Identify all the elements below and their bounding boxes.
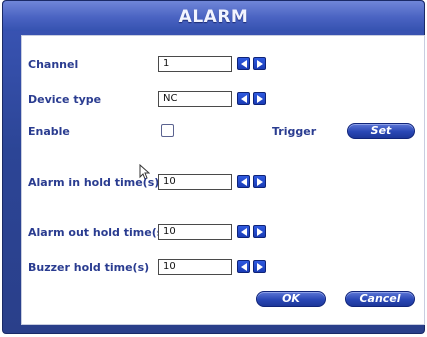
alarm-out-hold-prev-button[interactable] — [237, 225, 250, 238]
channel-label: Channel — [28, 58, 79, 71]
device-type-next-button[interactable] — [253, 92, 266, 105]
alarm-out-hold-label: Alarm out hold time(s) — [28, 226, 169, 239]
alarm-in-hold-next-button[interactable] — [253, 175, 266, 188]
title-bar: ALARM — [3, 1, 424, 31]
alarm-dialog: ALARM Channel 1 Device type NC Enable Tr… — [2, 0, 425, 334]
cancel-button[interactable]: Cancel — [345, 291, 415, 307]
settings-panel: Channel 1 Device type NC Enable Trigger … — [21, 35, 425, 325]
channel-next-button[interactable] — [253, 57, 266, 70]
enable-label: Enable — [28, 125, 70, 138]
arrow-left-icon — [241, 178, 247, 186]
alarm-out-hold-field[interactable]: 10 — [158, 224, 232, 240]
arrow-left-icon — [241, 263, 247, 271]
arrow-left-icon — [241, 60, 247, 68]
alarm-in-hold-prev-button[interactable] — [237, 175, 250, 188]
arrow-right-icon — [257, 95, 263, 103]
buzzer-hold-next-button[interactable] — [253, 260, 266, 273]
buzzer-hold-field[interactable]: 10 — [158, 259, 232, 275]
dialog-title: ALARM — [178, 7, 249, 27]
alarm-in-hold-label: Alarm in hold time(s) — [28, 176, 160, 189]
enable-checkbox[interactable] — [161, 124, 174, 137]
channel-field[interactable]: 1 — [158, 56, 232, 72]
trigger-label: Trigger — [272, 125, 317, 138]
arrow-right-icon — [257, 228, 263, 236]
ok-button[interactable]: OK — [256, 291, 326, 307]
alarm-in-hold-field[interactable]: 10 — [158, 174, 232, 190]
buzzer-hold-prev-button[interactable] — [237, 260, 250, 273]
arrow-right-icon — [257, 60, 263, 68]
channel-prev-button[interactable] — [237, 57, 250, 70]
device-type-field[interactable]: NC — [158, 91, 232, 107]
trigger-set-button[interactable]: Set — [347, 123, 415, 139]
arrow-right-icon — [257, 263, 263, 271]
arrow-left-icon — [241, 95, 247, 103]
device-type-label: Device type — [28, 93, 102, 106]
arrow-left-icon — [241, 228, 247, 236]
arrow-right-icon — [257, 178, 263, 186]
buzzer-hold-label: Buzzer hold time(s) — [28, 261, 150, 274]
alarm-out-hold-next-button[interactable] — [253, 225, 266, 238]
device-type-prev-button[interactable] — [237, 92, 250, 105]
